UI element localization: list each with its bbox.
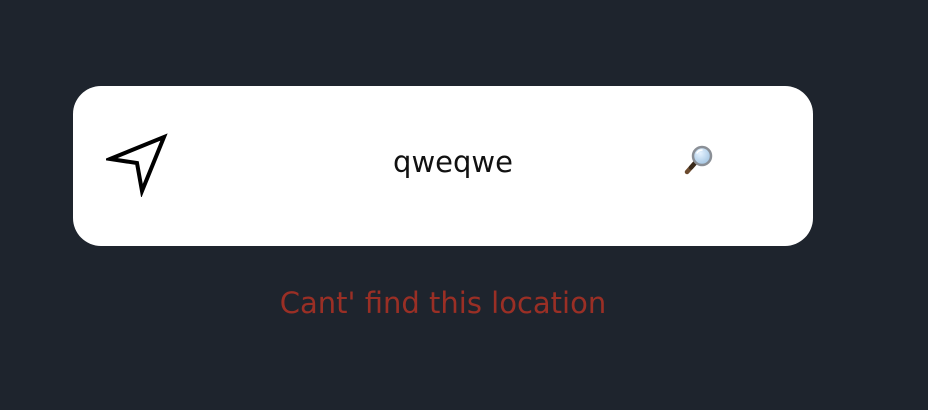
search-button[interactable]	[677, 140, 721, 184]
app-screen: Cant' find this location	[0, 0, 928, 410]
magnifier-icon	[683, 144, 715, 180]
search-input[interactable]	[273, 136, 633, 188]
navigation-arrow-icon	[106, 133, 170, 197]
search-bar	[73, 86, 813, 246]
error-message: Cant' find this location	[279, 286, 607, 320]
current-location-button[interactable]	[103, 130, 173, 200]
